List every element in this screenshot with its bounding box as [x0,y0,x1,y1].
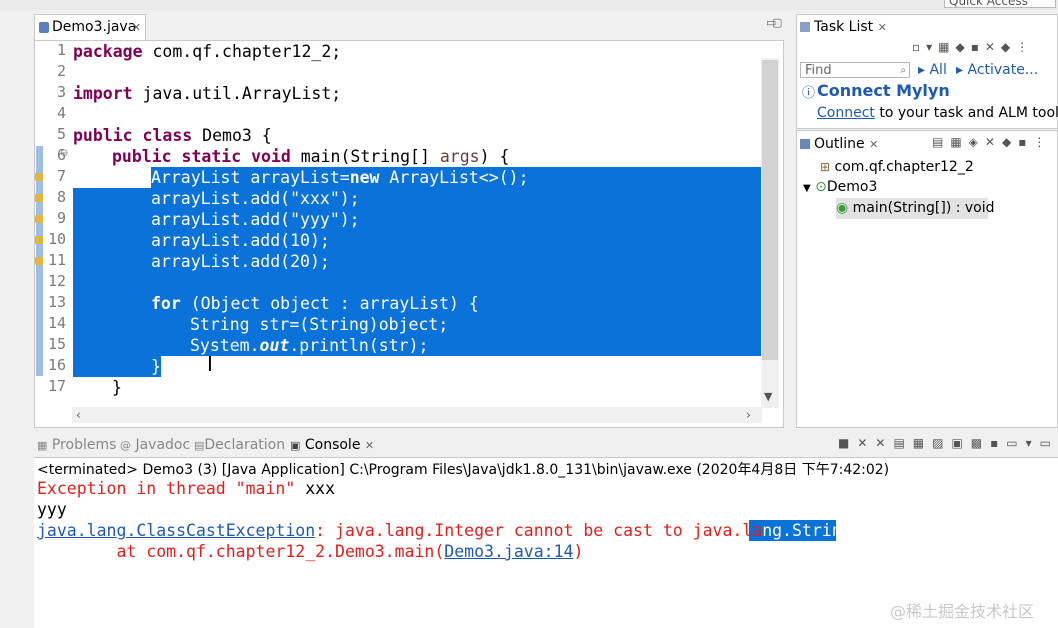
line-number: 2 [56,62,66,80]
quick-access-input[interactable]: Quick Access [944,0,1056,8]
line-number: 7 [56,167,66,185]
code-line: import java.util.ArrayList; [73,84,342,103]
mylyn-connect-text: Connect to your task and ALM tools o [817,105,1058,121]
javadoc-icon: @ [120,439,131,452]
warning-marker-icon[interactable] [35,257,43,265]
console-line: Exception in thread "main" xxx [37,479,336,498]
task-list-icon [800,22,810,32]
code-line: System.out.println(str); [190,336,429,355]
console-toolbar[interactable]: ■✕✕▤▦▨▣▩▪▭▾▭▾▭ [838,436,1058,450]
outline-toolbar[interactable]: ▤▦◈✕◆▪⋮ [932,135,1052,149]
scroll-left-icon[interactable]: ‹ [76,408,81,422]
declaration-icon: ▤ [194,439,205,452]
line-number: 10 [47,230,66,248]
outline-package[interactable]: ⊞ com.qf.chapter12_2 [820,159,974,175]
close-tab-icon[interactable]: ✕ [869,138,878,151]
class-icon: ⊙ [815,179,827,195]
warning-marker-icon[interactable] [35,173,43,181]
console-icon: ▣ [290,439,301,452]
code-line: } [112,378,122,397]
stack-trace-link[interactable]: Demo3.java:14 [444,542,573,561]
tab-javadoc[interactable]: @ Javadoc [120,437,190,453]
scroll-down-icon[interactable]: ▼ [764,390,772,403]
search-icon: ⌕ [900,65,906,76]
console-line: at com.qf.chapter12_2.Demo3.main(Demo3.j… [37,542,584,561]
line-number: 12 [47,272,66,290]
code-line: } [151,357,161,376]
tab-task-list[interactable]: Task List ✕ [800,19,887,35]
tab-declaration[interactable]: ▤Declaration [194,437,285,453]
problems-icon: ▦ [37,439,48,452]
close-tab-icon[interactable]: ✕ [878,21,887,34]
line-number: 3 [56,83,66,101]
code-line: arrayList.add("yyy"); [151,210,360,229]
text-cursor-icon: I [207,352,213,376]
code-line: arrayList.add(20); [151,252,330,271]
line-number: 4 [56,104,66,122]
warning-marker-icon[interactable] [35,236,43,244]
selection-highlight [73,356,161,377]
code-line: arrayList.add("xxx"); [151,189,360,208]
package-icon: ⊞ [820,160,831,174]
line-number: 11 [47,251,66,269]
console-header: <terminated> Demo3 (3) [Java Application… [37,462,890,478]
main-toolbar [0,0,1058,10]
expand-icon[interactable]: ▼ [803,183,811,194]
activate-link[interactable]: ▸ Activate... [956,62,1038,78]
outline-method[interactable]: ◉ main(String[]) : void [836,198,995,219]
console-line: yyy [37,500,67,519]
tab-console[interactable]: ▣ Console ✕ [290,437,374,453]
code-line: ArrayList arrayList=new ArrayList<>(); [151,168,529,187]
outline-class[interactable]: ▼ ⊙Demo3 [803,179,877,195]
fold-icon[interactable]: ⊖ [60,148,68,159]
tab-demo3-java[interactable]: Demo3.java ✕ [34,14,146,40]
task-toolbar[interactable]: ▫▾▦◆▪✕◆⋮ [912,40,1034,54]
scroll-right-icon[interactable]: › [746,408,751,422]
maximize-icon[interactable]: ▢ [772,16,782,29]
scrollbar-thumb[interactable] [762,60,778,360]
line-number: 14 [47,314,66,332]
method-icon: ◉ [836,200,849,216]
line-number: 15 [47,335,66,353]
line-number: 17 [47,377,66,395]
line-number: 8 [56,188,66,206]
exception-link[interactable]: java.lang.ClassCastException [37,521,315,540]
line-number: 9 [56,209,66,227]
editor-tab-label: Demo3.java [52,19,137,35]
task-find-input[interactable]: Find ⌕ [800,62,910,78]
close-tab-icon[interactable]: ✕ [132,15,141,40]
java-file-icon [39,22,49,33]
console-line: java.lang.ClassCastException: java.lang.… [37,521,852,540]
code-line: arrayList.add(10); [151,231,330,250]
all-filter[interactable]: ▸ All [918,62,947,78]
horizontal-scrollbar[interactable] [72,407,762,423]
connect-link[interactable]: Connect [817,105,875,121]
line-number: 16 [47,356,66,374]
line-number: 1 [56,41,66,59]
line-number: 5 [56,125,66,143]
code-line: String str=(String)object; [190,315,449,334]
warning-marker-icon[interactable] [35,194,43,202]
close-tab-icon[interactable]: ✕ [365,439,374,452]
warning-marker-icon[interactable] [35,215,43,223]
code-line: public class Demo3 { [73,126,272,145]
code-line: for (Object object : arrayList) { [151,294,479,313]
outline-icon [800,139,810,149]
info-icon: ⓘ [802,86,816,101]
code-line: public static void main(String[] args) { [112,147,510,166]
mylyn-title: Connect Mylyn [817,81,950,100]
tab-problems[interactable]: ▦ Problems [37,437,116,453]
code-line: package com.qf.chapter12_2; [73,42,342,61]
line-number: 13 [47,293,66,311]
watermark: @稀土掘金技术社区 [890,602,1035,621]
tab-outline[interactable]: Outline ✕ [800,136,878,152]
